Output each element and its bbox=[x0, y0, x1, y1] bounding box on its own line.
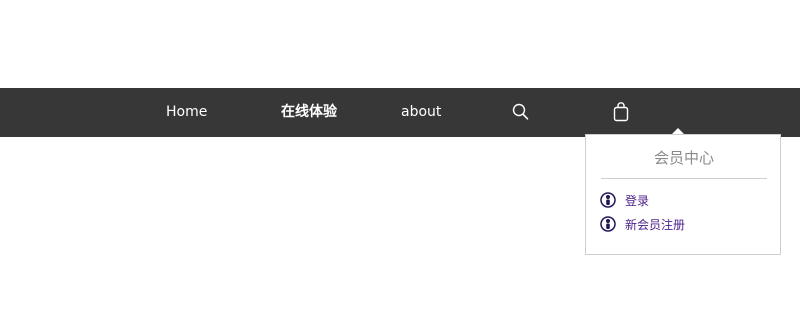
login-link-label: 登录 bbox=[625, 193, 650, 208]
member-center-dropdown: 会员中心 登录 新会员注册 bbox=[585, 134, 781, 255]
register-link[interactable]: 新会员注册 bbox=[600, 215, 685, 233]
shopping-bag-icon[interactable] bbox=[611, 101, 631, 123]
member-center-divider bbox=[601, 178, 767, 179]
user-circle-icon bbox=[600, 192, 616, 208]
nav-about-link[interactable]: about bbox=[401, 88, 441, 137]
nav-online-experience-link[interactable]: 在线体验 bbox=[281, 88, 337, 137]
register-link-label: 新会员注册 bbox=[625, 217, 686, 232]
user-circle-icon bbox=[600, 216, 616, 232]
page: Home 在线体验 about 会员中心 登录 新会员注册 bbox=[0, 0, 800, 314]
search-icon[interactable] bbox=[511, 102, 531, 124]
nav-home-link[interactable]: Home bbox=[166, 88, 207, 137]
login-link[interactable]: 登录 bbox=[600, 191, 649, 209]
member-center-title: 会员中心 bbox=[653, 149, 714, 167]
